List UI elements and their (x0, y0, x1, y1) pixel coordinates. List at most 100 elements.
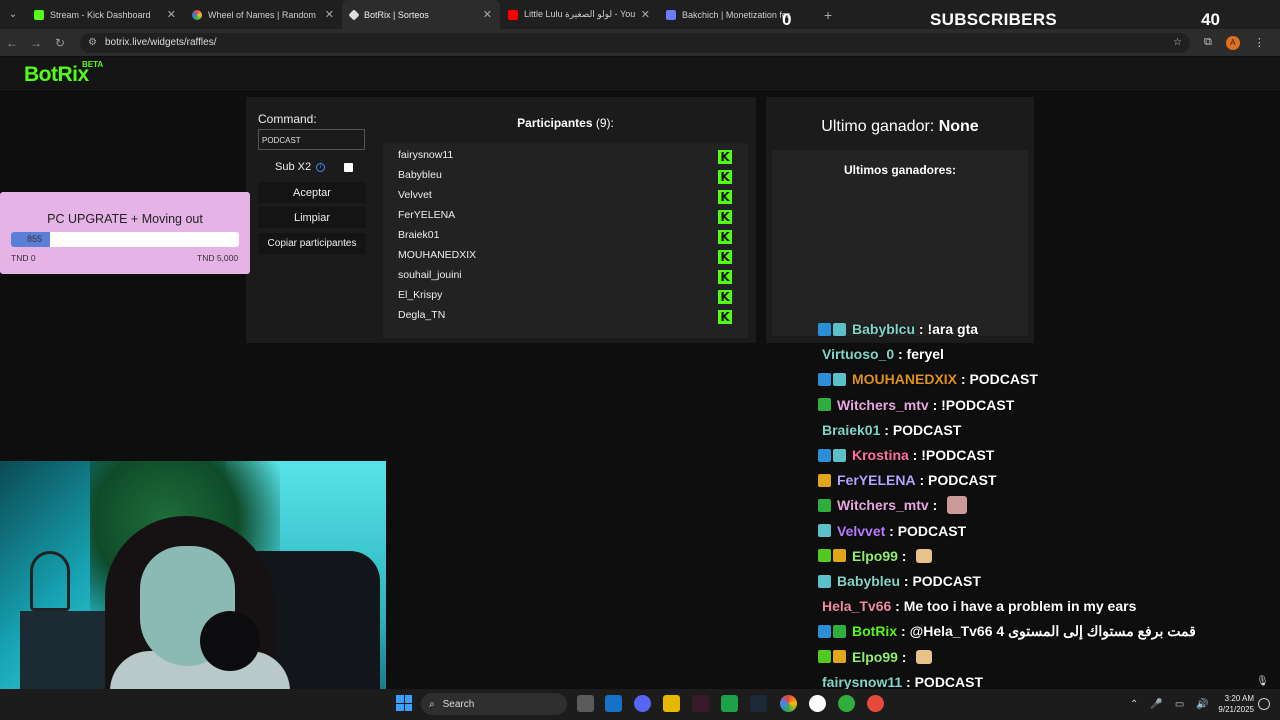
volume-icon[interactable]: 🔊 (1196, 699, 1208, 710)
chat-text: : (928, 497, 942, 514)
chat-message: Virtuoso_0 : feryel (818, 343, 944, 365)
tab-botrix-sorteos[interactable]: BotRix | Sorteos ✕ (342, 0, 500, 29)
app-icon-3[interactable] (867, 695, 884, 712)
chat-username[interactable]: Krostina (852, 447, 909, 463)
tab-kick-dashboard[interactable]: Stream - Kick Dashboard ✕ (26, 0, 184, 29)
chat-username[interactable]: Babyblcu (852, 321, 915, 337)
subx2-option: Sub X2 i (275, 161, 326, 173)
network-icon[interactable]: ▭ (1175, 699, 1184, 710)
chat-text: : PODCAST (957, 371, 1038, 388)
forward-icon[interactable]: → (24, 36, 48, 50)
chat-message: Babyblcu : !ara gta (818, 320, 978, 340)
windows-start-icon[interactable] (396, 695, 412, 711)
outlook-icon[interactable] (605, 695, 622, 712)
clear-button[interactable]: Limpiar (258, 207, 366, 228)
chat-message: Witchers_mtv : !PODCAST (818, 394, 1014, 416)
kick-icon: K (718, 270, 732, 284)
goal-title: PC UPGRATE + Moving out (47, 212, 203, 226)
kick-app-icon[interactable] (721, 695, 738, 712)
chat-username[interactable]: Elpo99 (852, 649, 898, 665)
chat-badge-icon (833, 549, 846, 563)
cake-emote-icon (916, 548, 933, 563)
subscribers-start-count: 0 (782, 10, 792, 29)
extensions-icon[interactable]: ⧉ (1204, 36, 1212, 49)
info-icon[interactable]: i (316, 162, 326, 172)
kick-icon: K (718, 150, 732, 164)
url-bar[interactable]: ⚙ botrix.live/widgets/raffles/ ☆ (80, 32, 1190, 53)
close-icon[interactable]: ✕ (167, 8, 176, 21)
reload-icon[interactable]: ↻ (48, 36, 72, 50)
mic-tray-icon[interactable]: 🎤 (1150, 699, 1162, 710)
chat-badge-icon (818, 372, 831, 386)
last-winners-box (772, 150, 1028, 336)
participants-list: fairysnow11 K Babybleu K Velvvet K FerYELENA K B… (383, 143, 748, 338)
obs-icon[interactable] (809, 695, 826, 712)
menu-dots-icon[interactable]: ⋮ (1254, 36, 1265, 49)
chat-message: Witchers_mtv : (818, 494, 968, 516)
notifications-icon[interactable] (1258, 698, 1270, 710)
participant-name: FerYELENA (398, 209, 456, 221)
chat-badge-icon (833, 448, 846, 462)
taskbar-search[interactable]: ⌕ Search (421, 693, 567, 715)
chat-badge-icon (833, 650, 846, 664)
webcam-lamp (30, 551, 70, 611)
task-view-icon[interactable] (577, 695, 594, 712)
chat-username[interactable]: BotRix (852, 623, 897, 639)
taskbar-clock[interactable]: 3:20 AM 9/21/2025 (1210, 693, 1254, 715)
chat-badge-icon (833, 624, 846, 638)
chat-message: Hela_Tv66 : Me too i have a problem in m… (818, 595, 1136, 617)
chat-text: : (897, 648, 911, 665)
accept-button[interactable]: Aceptar (258, 182, 366, 203)
chrome-icon[interactable] (780, 695, 797, 712)
chat-username[interactable]: Witchers_mtv (837, 497, 929, 513)
chat-badge-icon (818, 448, 831, 462)
tab-wheel-of-names[interactable]: Wheel of Names | Random nam ✕ (184, 0, 342, 29)
participants-heading: Participantes (517, 116, 593, 130)
chat-username[interactable]: Velvvet (837, 523, 885, 539)
chat-username[interactable]: Hela_Tv66 (822, 598, 891, 614)
chat-username[interactable]: MOUHANEDXIX (852, 371, 957, 387)
chat-badge-icon (818, 473, 831, 487)
file-explorer-icon[interactable] (663, 695, 680, 712)
site-info-icon[interactable]: ⚙ (88, 37, 97, 48)
chat-username[interactable]: fairysnow11 (822, 674, 902, 690)
chat-username[interactable]: Braiek01 (822, 422, 880, 438)
profile-avatar[interactable]: A (1225, 35, 1240, 50)
tab-title: Little Lulu لولو الصغيرة - YouTub (524, 9, 635, 19)
chat-username[interactable]: Babybleu (837, 573, 900, 589)
subx2-checkbox[interactable] (344, 163, 353, 172)
tab-search-icon[interactable]: ⌄ (0, 0, 26, 29)
chat-text: : Me too i have a problem in my ears (891, 598, 1137, 615)
participant-name: Velvvet (398, 189, 432, 201)
tab-youtube-lulu[interactable]: Little Lulu لولو الصغيرة - YouTub ✕ (500, 0, 658, 29)
discord-icon[interactable] (634, 695, 651, 712)
chat-username[interactable]: Witchers_mtv (837, 397, 929, 413)
participant-name: Braiek01 (398, 229, 440, 241)
botrix-favicon-icon (348, 8, 360, 21)
steam-icon[interactable] (750, 695, 767, 712)
chat-username[interactable]: Elpo99 (852, 548, 898, 564)
bookmark-star-icon[interactable]: ☆ (1173, 37, 1182, 48)
youtube-favicon-icon (508, 9, 518, 20)
chat-overlay: Babyblcu : !ara gta Virtuoso_0 : feryel MO… (818, 320, 1238, 720)
chat-text: : PODCAST (880, 421, 962, 438)
chat-username[interactable]: Virtuoso_0 (822, 346, 894, 362)
participant-name: Degla_TN (398, 309, 446, 321)
app-icon-2[interactable] (838, 695, 855, 712)
url-text[interactable]: botrix.live/widgets/raffles/ (105, 37, 1173, 48)
back-icon[interactable]: ← (0, 36, 24, 50)
close-icon[interactable]: ✕ (641, 8, 650, 21)
close-icon[interactable]: ✕ (325, 8, 334, 21)
botrix-logo[interactable]: BotRix (24, 63, 89, 87)
chevron-up-icon[interactable]: ⌃ (1130, 699, 1138, 710)
kick-icon: K (718, 290, 732, 304)
kick-icon: K (718, 230, 732, 244)
copy-participants-button[interactable]: Copiar participantes (258, 233, 366, 254)
close-icon[interactable]: ✕ (483, 8, 492, 21)
chat-username[interactable]: FerYELENA (837, 472, 916, 488)
chat-badge-icon (818, 322, 831, 336)
chat-message: Braiek01 : PODCAST (818, 419, 961, 441)
command-input[interactable]: PODCAST (258, 129, 365, 150)
app-icon[interactable] (692, 695, 709, 712)
kick-icon: K (718, 250, 732, 264)
